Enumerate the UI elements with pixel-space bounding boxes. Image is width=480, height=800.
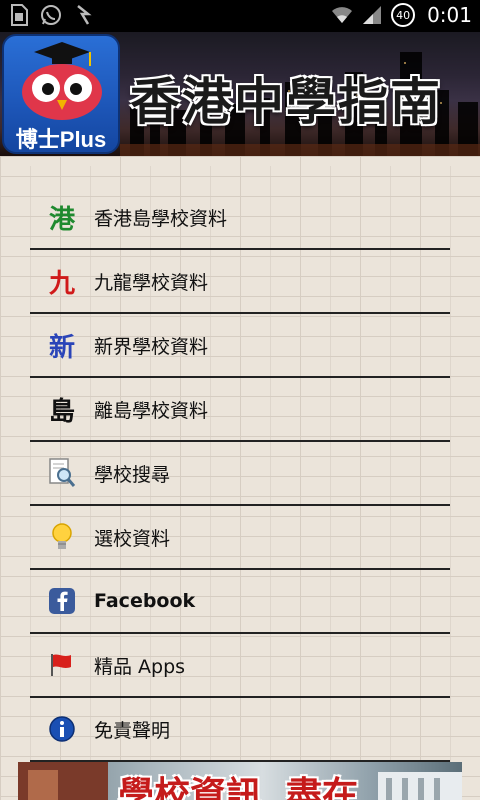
app-header-banner: 博士Plus 香港中學指南: [0, 32, 480, 156]
facebook-icon: [46, 585, 78, 617]
menu-item-disclaimer[interactable]: 免責聲明: [30, 698, 450, 762]
menu-item-label: 精品 Apps: [94, 655, 186, 678]
app-title: 香港中學指南: [130, 72, 442, 131]
main-content: 港 香港島學校資料 九 九龍學校資料 新 新界學校資料 島 離島學校資料 學校搜…: [0, 156, 480, 800]
menu-item-label: 選校資料: [94, 527, 171, 550]
logo-text: 博士Plus: [15, 127, 107, 152]
hk-island-icon: 港: [48, 204, 75, 235]
sync-icon: [72, 4, 94, 26]
lightbulb-icon: [46, 521, 78, 553]
signal-icon: [361, 4, 383, 26]
islands-icon: 島: [48, 396, 75, 427]
sim-icon: [8, 4, 30, 26]
menu-item-label: 香港島學校資料: [94, 207, 228, 230]
app-logo: 博士Plus: [2, 34, 120, 154]
main-menu: 港 香港島學校資料 九 九龍學校資料 新 新界學校資料 島 離島學校資料 學校搜…: [30, 186, 450, 762]
menu-item-label: 九龍學校資料: [94, 271, 209, 294]
menu-item-hk-island-schools[interactable]: 港 香港島學校資料: [30, 186, 450, 250]
menu-item-label: 新界學校資料: [94, 335, 209, 358]
menu-item-label: 免責聲明: [94, 719, 171, 742]
menu-item-kowloon-schools[interactable]: 九 九龍學校資料: [30, 250, 450, 314]
kowloon-icon: 九: [48, 268, 75, 299]
battery-icon: 40: [391, 3, 416, 27]
menu-item-label: Facebook: [94, 590, 196, 612]
owl-mascot-icon: [22, 42, 102, 120]
ad-text-all-in: 盡在: [286, 774, 359, 800]
ad-banner[interactable]: 學校資訊 盡在: [18, 762, 462, 800]
clock: 0:01: [427, 3, 472, 27]
menu-item-label: 學校搜尋: [94, 463, 171, 486]
info-icon: [46, 713, 78, 745]
menu-item-outlying-islands-schools[interactable]: 島 離島學校資料: [30, 378, 450, 442]
flag-icon: [46, 649, 78, 681]
menu-item-label: 離島學校資料: [94, 399, 209, 422]
search-icon: [46, 457, 78, 489]
menu-item-new-territories-schools[interactable]: 新 新界學校資料: [30, 314, 450, 378]
new-territories-icon: 新: [48, 332, 75, 363]
menu-item-school-search[interactable]: 學校搜尋: [30, 442, 450, 506]
menu-item-featured-apps[interactable]: 精品 Apps: [30, 634, 450, 698]
menu-item-school-selection-info[interactable]: 選校資料: [30, 506, 450, 570]
ad-text-school-info: 學校資訊: [118, 774, 263, 800]
status-bar: 40 0:01: [0, 0, 480, 32]
wifi-icon: [331, 4, 353, 26]
whatsapp-icon: [40, 4, 62, 26]
menu-item-facebook[interactable]: Facebook: [30, 570, 450, 634]
